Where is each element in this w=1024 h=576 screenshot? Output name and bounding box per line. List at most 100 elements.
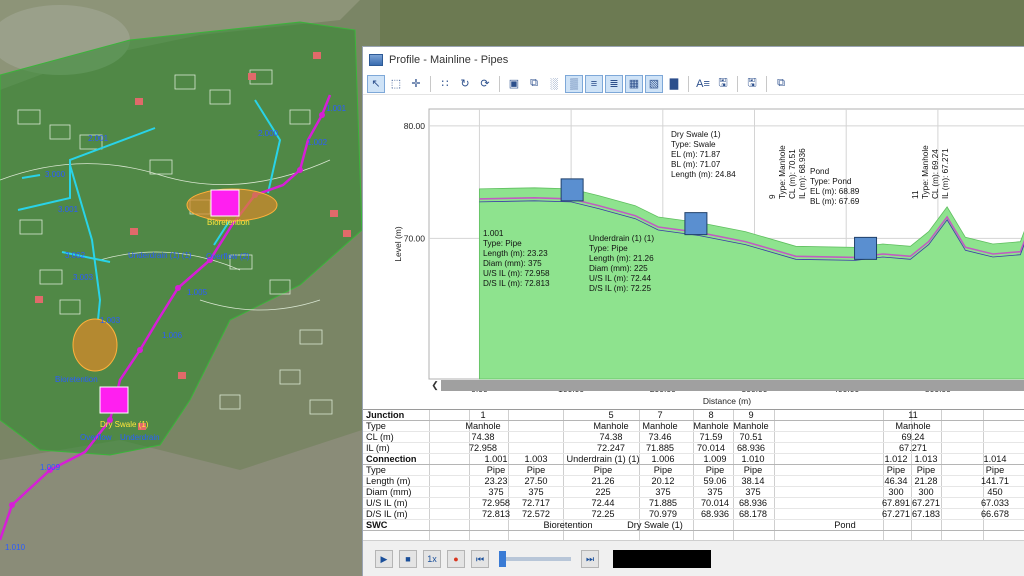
grid-cell[interactable]: 73.46 <box>635 432 685 443</box>
grid-cell[interactable]: Pipe <box>901 465 951 476</box>
grid-cell[interactable]: 1 <box>458 410 508 421</box>
window-titlebar[interactable]: Profile - Mainline - Pipes <box>363 47 1024 73</box>
grid-cell[interactable]: 71.885 <box>635 443 685 454</box>
grid-cell[interactable]: 67.033 <box>970 498 1020 509</box>
grid-row[interactable]: Junction 1 5 7 8 9 11 <box>363 410 1024 421</box>
grid-cell[interactable]: Manhole <box>635 421 685 432</box>
grid-cell[interactable]: 1.006 <box>638 454 688 465</box>
grid-cell[interactable]: 74.38 <box>586 432 636 443</box>
scroll-thumb[interactable] <box>441 379 1024 391</box>
horizontal-scrollbar[interactable]: ❮ <box>429 379 1024 391</box>
grid-cell[interactable]: 72.572 <box>511 509 561 520</box>
grid-cell[interactable]: 72.44 <box>578 498 628 509</box>
text-icon[interactable]: A≡ <box>694 75 712 93</box>
grid-row[interactable]: Type Manhole Manhole Manhole Manhole Manhole M… <box>363 421 1024 432</box>
grid-cell[interactable]: 225 <box>578 487 628 498</box>
grid-cell[interactable]: 74.38 <box>458 432 508 443</box>
grid-cell[interactable]: 7 <box>635 410 685 421</box>
dry-swale-marker[interactable] <box>99 386 129 414</box>
grid-cell[interactable]: Dry Swale (1) <box>605 520 705 531</box>
grid-row[interactable]: SWC Bioretention Dry Swale (1) Pond <box>363 520 1024 531</box>
time-slider-knob[interactable] <box>499 551 506 567</box>
grid-cell[interactable]: Pipe <box>578 465 628 476</box>
grid-row[interactable]: Type Pipe Pipe Pipe Pipe Pipe Pipe Pipe Pipe Pipe <box>363 465 1024 476</box>
view-e-icon[interactable]: ▦ <box>625 74 643 93</box>
step-back-icon[interactable]: ⏮ <box>471 550 489 568</box>
grid-cell[interactable]: 68.936 <box>728 498 778 509</box>
grid-row[interactable]: IL (m) 72.958 72.247 71.885 70.014 68.936 67.2… <box>363 443 1024 454</box>
view-a-icon[interactable]: ░ <box>545 75 563 93</box>
view-b-icon[interactable]: ▒ <box>565 74 583 93</box>
grid-cell[interactable]: 72.717 <box>511 498 561 509</box>
grid-cell[interactable]: 9 <box>726 410 776 421</box>
view-d-icon[interactable]: ≣ <box>605 74 623 93</box>
grid-cell[interactable]: 21.28 <box>901 476 951 487</box>
grid-cell[interactable]: 67.271 <box>901 498 951 509</box>
grid-cell[interactable]: 450 <box>970 487 1020 498</box>
grid-cell[interactable]: 375 <box>638 487 688 498</box>
grid-row[interactable]: Length (m) 23.23 27.50 21.26 20.12 59.06 38.14… <box>363 476 1024 487</box>
stop-icon[interactable]: ■ <box>399 550 417 568</box>
pointer-icon[interactable]: ↖ <box>367 74 385 93</box>
grid-row[interactable]: Diam (mm) 375 375 225 375 375 375 300 300 450 <box>363 487 1024 498</box>
grid-cell[interactable]: Pipe <box>728 465 778 476</box>
rotate-icon[interactable]: ↻ <box>456 75 474 93</box>
profile-window[interactable]: Profile - Mainline - Pipes ↖ ⬚ ✛ ∷ ↻ ⟳ ▣… <box>362 46 1024 576</box>
grid-cell[interactable]: 20.12 <box>638 476 688 487</box>
section-icon[interactable]: ▣ <box>505 75 523 93</box>
export-icon[interactable]: ⧉ <box>772 75 790 93</box>
grid-cell[interactable]: 66.678 <box>970 509 1020 520</box>
grid-cell[interactable]: 1.010 <box>728 454 778 465</box>
grid-cell[interactable]: Pond <box>820 520 870 531</box>
bioretention-marker[interactable] <box>210 189 240 217</box>
fit-icon[interactable]: ∷ <box>436 75 454 93</box>
grid-cell[interactable]: 38.14 <box>728 476 778 487</box>
speed-button[interactable]: 1x <box>423 550 441 568</box>
grid-cell[interactable]: 375 <box>511 487 561 498</box>
grid-cell[interactable]: 5 <box>586 410 636 421</box>
save-icon[interactable]: 🖫 <box>714 75 732 93</box>
grid-cell[interactable]: 1.014 <box>970 454 1020 465</box>
time-slider[interactable] <box>499 551 571 567</box>
grid-cell[interactable]: 67.271 <box>888 443 938 454</box>
grid-cell[interactable]: 27.50 <box>511 476 561 487</box>
grid-row[interactable]: CL (m) 74.38 74.38 73.46 71.59 70.51 69.24 <box>363 432 1024 443</box>
grid-cell[interactable]: 70.51 <box>726 432 776 443</box>
grid-cell[interactable]: 72.958 <box>458 443 508 454</box>
3d-icon[interactable]: ⧉ <box>525 75 543 93</box>
grid-cell[interactable]: 1.013 <box>901 454 951 465</box>
grid-cell[interactable]: 141.71 <box>970 476 1020 487</box>
play-icon[interactable]: ▶ <box>375 550 393 568</box>
profile-chart[interactable]: 0.00100.00200.00300.00400.00500.006070.0… <box>363 103 1024 413</box>
grid-cell[interactable]: 11 <box>888 410 938 421</box>
grid-cell[interactable]: 72.25 <box>578 509 628 520</box>
grid-cell[interactable]: 68.936 <box>726 443 776 454</box>
grid-cell[interactable]: 72.247 <box>586 443 636 454</box>
grid-cell[interactable]: Pipe <box>638 465 688 476</box>
grid-cell[interactable]: Manhole <box>888 421 938 432</box>
grid-cell[interactable]: Bioretention <box>518 520 618 531</box>
grid-cell[interactable]: Manhole <box>726 421 776 432</box>
grid-cell[interactable]: Manhole <box>458 421 508 432</box>
rotate3d-icon[interactable]: ⟳ <box>476 75 494 93</box>
record-icon[interactable]: ● <box>447 550 465 568</box>
zoom-window-icon[interactable]: ⬚ <box>387 75 405 93</box>
grid-cell[interactable]: 69.24 <box>888 432 938 443</box>
grid-cell[interactable]: 21.26 <box>578 476 628 487</box>
grid-cell[interactable]: 68.178 <box>728 509 778 520</box>
profile-data-grid[interactable]: Junction 1 5 7 8 9 11 Type Manhole Manhole Manhole… <box>363 409 1024 541</box>
grid-cell[interactable]: 67.183 <box>901 509 951 520</box>
view-c-icon[interactable]: ≡ <box>585 74 603 93</box>
grid-cell[interactable]: Pipe <box>970 465 1020 476</box>
grid-cell[interactable]: 300 <box>901 487 951 498</box>
grid-cell[interactable]: 375 <box>728 487 778 498</box>
step-forward-icon[interactable]: ⏭ <box>581 550 599 568</box>
grid-cell[interactable]: 71.885 <box>638 498 688 509</box>
scroll-left-icon[interactable]: ❮ <box>429 380 441 391</box>
grid-row[interactable]: D/S IL (m) 72.813 72.572 72.25 70.979 68.936 6… <box>363 509 1024 520</box>
chart-icon[interactable]: ▇ <box>665 75 683 93</box>
grid-cell[interactable]: Pipe <box>511 465 561 476</box>
view-f-icon[interactable]: ▧ <box>645 74 663 93</box>
grid-cell[interactable]: 70.979 <box>638 509 688 520</box>
grid-row[interactable]: Connection 1.001 1.003 Underdrain (1) (1) 1.… <box>363 454 1024 465</box>
